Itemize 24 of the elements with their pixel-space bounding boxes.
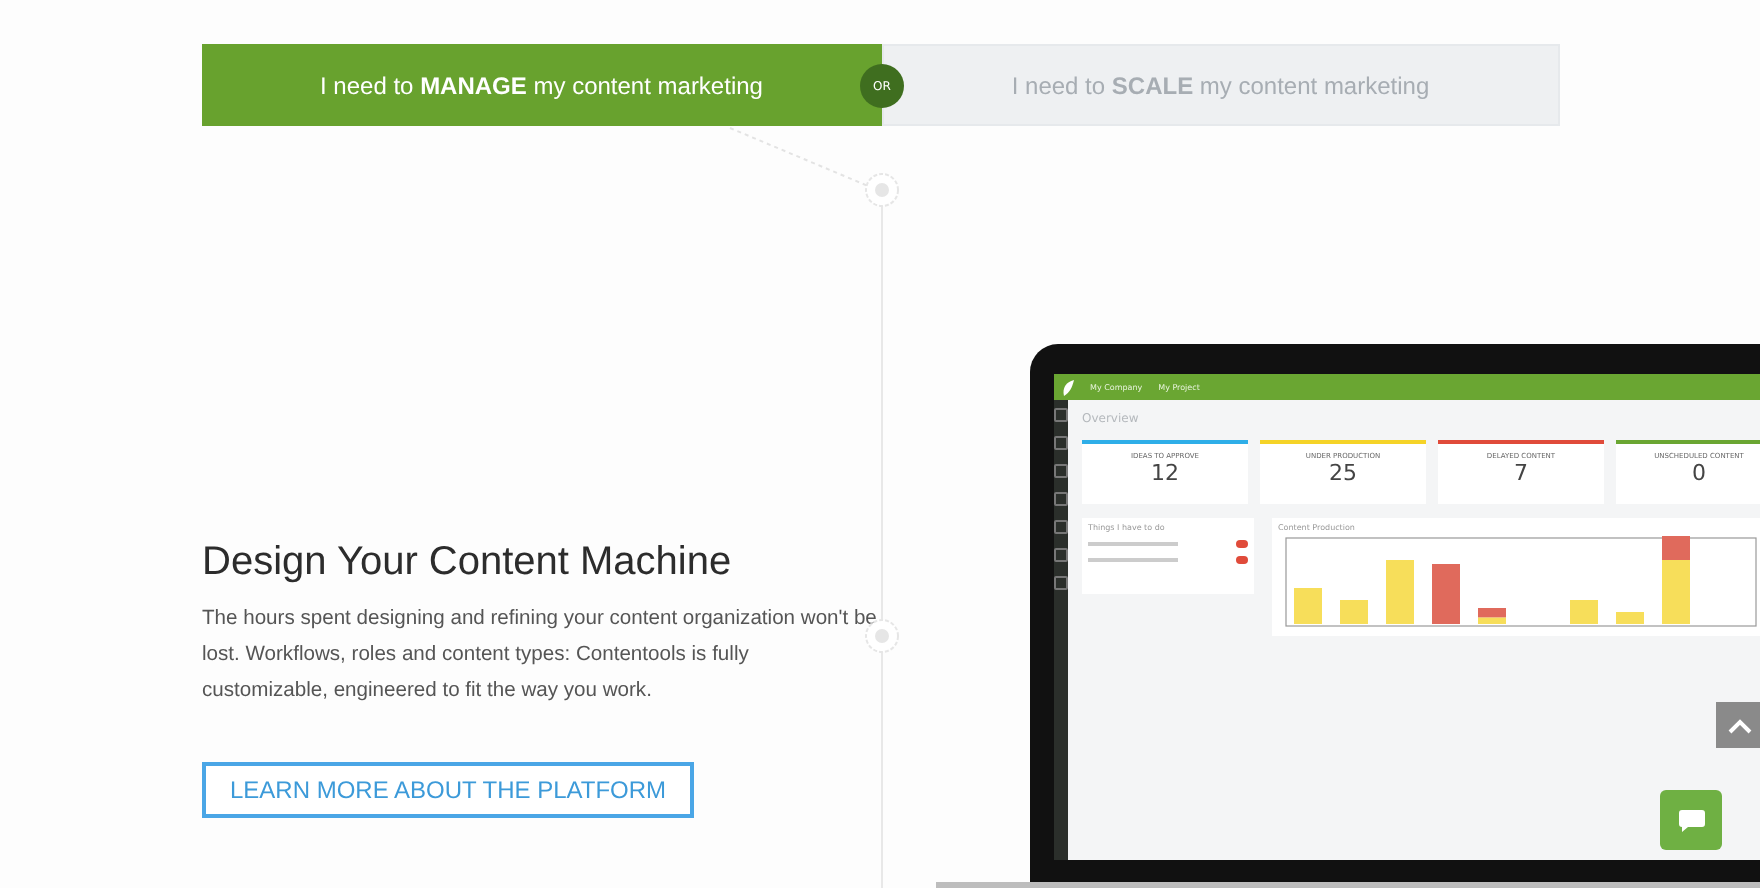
- stat-value: 7: [1514, 460, 1528, 486]
- chat-button[interactable]: [1660, 790, 1722, 850]
- stat-value: 12: [1151, 460, 1179, 486]
- feature-description: The hours spent designing and refining your content organization won't be lost. Workflows, roles and content types: Contentools is fully customizable, engineered to fit the way you work.: [202, 606, 878, 706]
- feature-title: Design Your Content Machine: [202, 540, 734, 586]
- connector-line: [729, 127, 869, 187]
- stat-value: 25: [1329, 460, 1357, 486]
- chart-bar: [1340, 600, 1368, 624]
- chat-bubble-icon: [1677, 807, 1705, 833]
- todo-row[interactable]: [1088, 554, 1248, 564]
- chart-bar: [1432, 564, 1460, 624]
- chart-bar: [1570, 600, 1598, 624]
- chart-bar: [1662, 536, 1690, 624]
- chart-bar: [1478, 608, 1506, 624]
- chart-bar: [1294, 588, 1322, 624]
- chart-bar: [1616, 612, 1644, 624]
- scroll-to-top-button[interactable]: [1716, 702, 1760, 748]
- stat-value: 0: [1692, 460, 1706, 486]
- timeline-node-icon: [864, 172, 900, 208]
- todo-row[interactable]: [1088, 538, 1248, 548]
- chevron-up-icon: [1728, 717, 1752, 733]
- chart-bar: [1386, 560, 1414, 624]
- leaf-logo-icon: [1062, 379, 1074, 395]
- learn-more-button[interactable]: LEARN MORE ABOUT THE PLATFORM: [202, 762, 695, 818]
